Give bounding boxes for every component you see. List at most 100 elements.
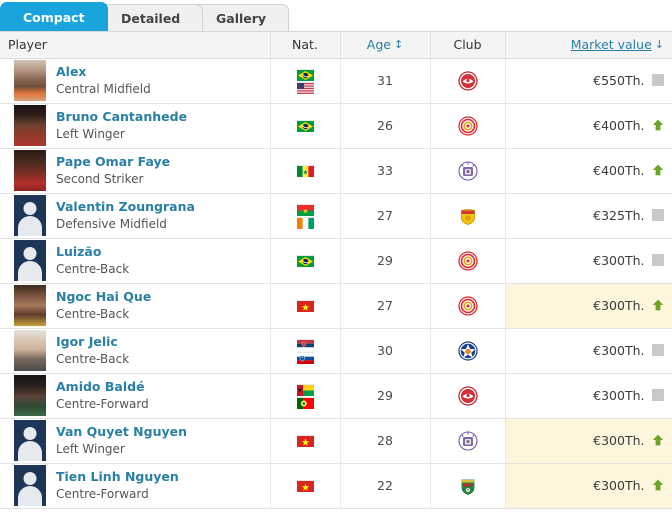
club-crest-red-target-icon[interactable] [457, 250, 478, 271]
column-header-nationality[interactable]: Nat. [270, 32, 341, 59]
player-name-link[interactable]: Bruno Cantanhede [56, 109, 187, 126]
table-row[interactable]: Ngoc Hai Que Centre-Back 27 €300Th. [0, 283, 672, 329]
player-name-link[interactable]: Pape Omar Faye [56, 154, 170, 171]
cell-market-value[interactable]: €300Th. [505, 328, 672, 374]
cell-age: 31 [340, 58, 431, 104]
cell-market-value[interactable]: €400Th. [505, 148, 672, 194]
tab-detailed-label: Detailed [120, 11, 180, 26]
column-header-age[interactable]: Age ↕ [340, 32, 431, 59]
cell-nationality [270, 58, 341, 104]
player-photo [14, 240, 46, 281]
tab-detailed[interactable]: Detailed [97, 4, 203, 31]
cell-club[interactable] [430, 103, 506, 149]
table-row[interactable]: Bruno Cantanhede Left Winger 26 €400Th. [0, 103, 672, 149]
cell-market-value[interactable]: €550Th. [505, 58, 672, 104]
sort-down-icon: ↓ [654, 38, 664, 52]
cell-player[interactable]: Alex Central Midfield [0, 58, 271, 104]
cell-player[interactable]: Ngoc Hai Que Centre-Back [0, 283, 271, 329]
flag-icon-vietnam [296, 300, 314, 312]
view-tabs: Compact Detailed Gallery [0, 0, 672, 32]
cell-club[interactable] [430, 418, 506, 464]
club-crest-blue-star-icon[interactable] [457, 340, 478, 361]
table-row[interactable]: Luizão Centre-Back 29 €300Th. [0, 238, 672, 284]
cell-club[interactable] [430, 283, 506, 329]
player-photo [14, 465, 46, 506]
cell-club[interactable] [430, 328, 506, 374]
cell-market-value[interactable]: €400Th. [505, 103, 672, 149]
cell-market-value[interactable]: €300Th. [505, 418, 672, 464]
cell-club[interactable] [430, 58, 506, 104]
club-crest-yellow-shield-icon[interactable] [458, 206, 478, 226]
club-crest-purple-icon[interactable] [457, 160, 478, 181]
cell-club[interactable] [430, 373, 506, 419]
player-name-link[interactable]: Valentin Zoungrana [56, 199, 195, 216]
market-value-text: €400Th. [593, 118, 645, 133]
cell-market-value[interactable]: €300Th. [505, 463, 672, 509]
cell-market-value[interactable]: €325Th. [505, 193, 672, 239]
cell-nationality [270, 238, 341, 284]
player-position: Second Striker [56, 171, 144, 186]
cell-player[interactable]: Igor Jelic Centre-Back [0, 328, 271, 374]
club-crest-green-shield-icon[interactable] [458, 476, 478, 496]
flag-icon-guinea-bissau [296, 384, 314, 396]
column-header-market-value-link[interactable]: Market value [571, 37, 652, 52]
cell-nationality [270, 328, 341, 374]
cell-nationality [270, 193, 341, 239]
cell-player[interactable]: Tien Linh Nguyen Centre-Forward [0, 463, 271, 509]
cell-market-value[interactable]: €300Th. [505, 283, 672, 329]
club-crest-red-olympiacos-icon[interactable] [457, 70, 478, 91]
table-row[interactable]: Tien Linh Nguyen Centre-Forward 22 €300Th. [0, 463, 672, 509]
cell-club[interactable] [430, 148, 506, 194]
player-name-link[interactable]: Ngoc Hai Que [56, 289, 151, 306]
tab-compact[interactable]: Compact [0, 2, 108, 31]
club-crest-red-target-icon[interactable] [457, 115, 478, 136]
cell-age: 33 [340, 148, 431, 194]
player-name-link[interactable]: Van Quyet Nguyen [56, 424, 187, 441]
player-position: Centre-Back [56, 306, 130, 321]
cell-club[interactable] [430, 463, 506, 509]
market-value-text: €550Th. [593, 73, 645, 88]
tab-gallery[interactable]: Gallery [192, 4, 289, 31]
cell-age: 27 [340, 193, 431, 239]
cell-nationality [270, 463, 341, 509]
flag-icon-ivory-coast [296, 217, 314, 229]
cell-market-value[interactable]: €300Th. [505, 373, 672, 419]
cell-player[interactable]: Pape Omar Faye Second Striker [0, 148, 271, 194]
cell-nationality [270, 148, 341, 194]
club-crest-purple-icon[interactable] [457, 430, 478, 451]
trend-up-icon [652, 434, 664, 446]
market-value-text: €400Th. [593, 163, 645, 178]
column-header-market-value[interactable]: Market value ↓ [505, 32, 672, 59]
player-name-link[interactable]: Tien Linh Nguyen [56, 469, 179, 486]
player-position: Centre-Back [56, 261, 130, 276]
player-position: Defensive Midfield [56, 216, 167, 231]
cell-market-value[interactable]: €300Th. [505, 238, 672, 284]
cell-player[interactable]: Amido Baldé Centre-Forward [0, 373, 271, 419]
player-position: Centre-Forward [56, 396, 149, 411]
player-name-link[interactable]: Igor Jelic [56, 334, 129, 351]
table-header-row: Player Nat. Age ↕ Club Market value ↓ [0, 32, 672, 59]
table-row[interactable]: Van Quyet Nguyen Left Winger 28 €300Th. [0, 418, 672, 464]
player-name-link[interactable]: Luizão [56, 244, 129, 261]
table-row[interactable]: Pape Omar Faye Second Striker 33 €400Th. [0, 148, 672, 194]
table-row[interactable]: Valentin Zoungrana Defensive Midfield 27 €3… [0, 193, 672, 239]
player-name-link[interactable]: Amido Baldé [56, 379, 149, 396]
cell-player[interactable]: Valentin Zoungrana Defensive Midfield [0, 193, 271, 239]
cell-club[interactable] [430, 193, 506, 239]
club-crest-red-target-icon[interactable] [457, 295, 478, 316]
player-photo [14, 195, 46, 236]
trend-flat-icon [651, 74, 664, 86]
club-crest-red-olympiacos-icon[interactable] [457, 385, 478, 406]
cell-club[interactable] [430, 238, 506, 284]
cell-player[interactable]: Van Quyet Nguyen Left Winger [0, 418, 271, 464]
cell-player[interactable]: Luizão Centre-Back [0, 238, 271, 284]
market-value-text: €300Th. [593, 478, 645, 493]
column-header-player[interactable]: Player [0, 32, 271, 59]
table-row[interactable]: Alex Central Midfield 31 €550Th. [0, 58, 672, 104]
player-name-link[interactable]: Alex [56, 64, 151, 81]
column-header-club[interactable]: Club [430, 32, 506, 59]
table-row[interactable]: Amido Baldé Centre-Forward 29 €300Th. [0, 373, 672, 419]
cell-player[interactable]: Bruno Cantanhede Left Winger [0, 103, 271, 149]
table-row[interactable]: Igor Jelic Centre-Back 30 €300Th. [0, 328, 672, 374]
column-header-age-link[interactable]: Age [367, 37, 391, 52]
